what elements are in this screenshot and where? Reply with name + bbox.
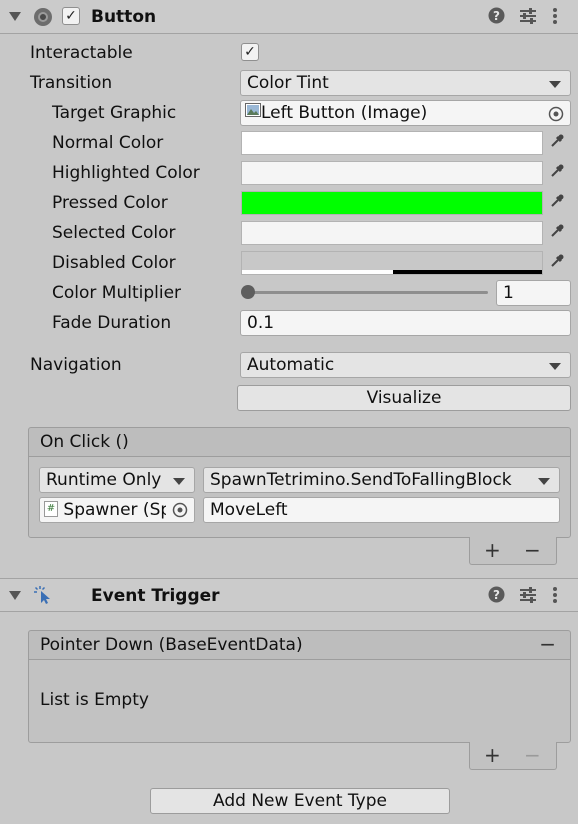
object-picker-icon[interactable] (548, 105, 564, 125)
selected-color-swatch[interactable] (241, 221, 543, 245)
function-value: SpawnTetrimino.SendToFallingBlock (210, 470, 512, 490)
interactable-checkbox[interactable]: ✓ (241, 43, 259, 61)
highlighted-color-label: Highlighted Color (52, 163, 200, 183)
pointer-down-title: Pointer Down (BaseEventData) (40, 635, 303, 655)
selected-color-label: Selected Color (52, 223, 176, 243)
alpha-bar-black (393, 270, 542, 274)
pointer-down-footer: + − (469, 742, 557, 770)
pointer-down-list: List is Empty (28, 659, 571, 743)
normal-color-swatch[interactable] (241, 131, 543, 155)
remove-listener-button: − (524, 743, 541, 767)
eyedropper-icon[interactable] (544, 161, 570, 185)
argument-input[interactable]: MoveLeft (203, 497, 560, 523)
transition-value: Color Tint (247, 73, 329, 93)
add-new-event-type-label: Add New Event Type (213, 791, 387, 811)
disabled-color-swatch[interactable] (241, 251, 543, 275)
remove-event-button[interactable]: − (539, 631, 556, 657)
target-object-field[interactable]: # Spawner (Sp (39, 497, 195, 523)
event-trigger-header: Event Trigger ? (0, 578, 578, 612)
runtime-value: Runtime Only (46, 470, 162, 490)
disabled-color-label: Disabled Color (52, 253, 176, 273)
button-component-header: ✓ Button ? (0, 0, 578, 34)
chevron-down-icon (549, 81, 561, 88)
color-multiplier-label: Color Multiplier (52, 283, 182, 303)
multiplier-slider-track[interactable] (246, 291, 488, 294)
help-icon[interactable]: ? (488, 7, 505, 29)
eyedropper-icon[interactable] (544, 251, 570, 275)
presets-icon[interactable] (519, 7, 537, 30)
add-new-event-type-button[interactable]: Add New Event Type (150, 788, 450, 814)
on-click-header: On Click () (28, 427, 571, 457)
interactable-label: Interactable (30, 43, 133, 63)
on-click-footer: + − (469, 537, 557, 565)
foldout-icon[interactable] (9, 12, 21, 21)
runtime-dropdown[interactable]: Runtime Only (39, 467, 195, 493)
remove-listener-button[interactable]: − (524, 538, 541, 562)
component-enabled-checkbox[interactable]: ✓ (62, 7, 80, 25)
svg-text:?: ? (493, 9, 500, 23)
eyedropper-icon[interactable] (544, 131, 570, 155)
pressed-color-label: Pressed Color (52, 193, 168, 213)
alpha-bar-white (242, 270, 393, 274)
function-dropdown[interactable]: SpawnTetrimino.SendToFallingBlock (203, 467, 560, 493)
pressed-color-swatch[interactable] (241, 191, 543, 215)
script-icon: # (44, 500, 58, 517)
target-object-value: Spawner (Sp (63, 500, 172, 520)
pointer-down-header: Pointer Down (BaseEventData) − (28, 630, 571, 660)
event-trigger-icon (33, 585, 53, 610)
svg-text:?: ? (493, 588, 500, 602)
component-title: Button (91, 7, 157, 27)
radio-icon (34, 8, 52, 26)
visualize-button[interactable]: Visualize (237, 385, 571, 411)
transition-dropdown[interactable]: Color Tint (240, 70, 571, 96)
on-click-title: On Click () (40, 432, 129, 452)
fade-duration-value: 0.1 (247, 313, 275, 333)
visualize-label: Visualize (366, 388, 442, 408)
transition-label: Transition (30, 73, 113, 93)
color-multiplier-input[interactable]: 1 (496, 280, 571, 306)
fade-duration-label: Fade Duration (52, 313, 172, 333)
argument-value: MoveLeft (210, 500, 288, 520)
navigation-dropdown[interactable]: Automatic (240, 352, 571, 378)
multiplier-slider-handle[interactable] (241, 285, 255, 299)
image-icon (245, 101, 261, 124)
kebab-menu-icon[interactable] (552, 586, 558, 609)
color-multiplier-value: 1 (503, 283, 514, 303)
navigation-label: Navigation (30, 355, 122, 375)
target-graphic-field[interactable]: Left Button (Image) (240, 100, 571, 126)
normal-color-label: Normal Color (52, 133, 164, 153)
eyedropper-icon[interactable] (544, 191, 570, 215)
foldout-icon[interactable] (9, 591, 21, 600)
navigation-value: Automatic (247, 355, 335, 375)
fade-duration-input[interactable]: 0.1 (240, 310, 571, 336)
chevron-down-icon (538, 478, 550, 485)
kebab-menu-icon[interactable] (552, 7, 558, 30)
object-picker-icon[interactable] (166, 498, 194, 522)
chevron-down-icon (549, 363, 561, 370)
highlighted-color-swatch[interactable] (241, 161, 543, 185)
presets-icon[interactable] (519, 586, 537, 609)
add-listener-button[interactable]: + (484, 743, 501, 767)
target-graphic-label: Target Graphic (52, 103, 177, 123)
eyedropper-icon[interactable] (544, 221, 570, 245)
help-icon[interactable]: ? (488, 586, 505, 608)
component-title: Event Trigger (91, 586, 220, 606)
chevron-down-icon (173, 478, 185, 485)
add-listener-button[interactable]: + (484, 538, 501, 562)
empty-list-text: List is Empty (40, 690, 149, 710)
target-graphic-value: Left Button (Image) (261, 103, 428, 123)
